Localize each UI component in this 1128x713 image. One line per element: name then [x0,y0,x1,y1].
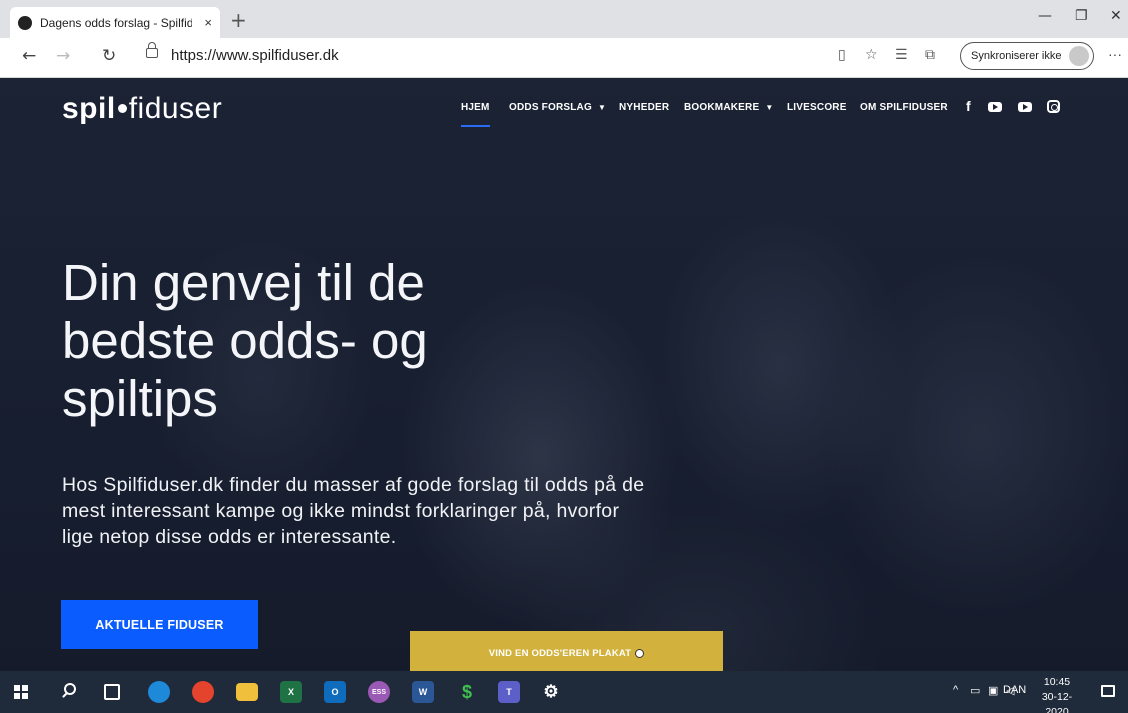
youtube-icon[interactable] [1018,102,1032,112]
lock-icon [146,42,158,58]
address-toolbar: ← → ↻ https://www.spilfiduser.dk ▯ ☆ ☰ ⧉… [0,38,1128,78]
football-icon [635,648,645,658]
nav-label: OM SPILFIDUSER [860,102,948,113]
back-button[interactable]: ← [22,46,36,66]
hero-headline: Din genvej til de bedste odds- og spilti… [62,254,622,428]
nav-item-livescore[interactable]: LIVESCORE [787,102,847,113]
settings-gear-icon[interactable]: ⚙ [540,681,562,703]
chrome-browser-icon[interactable] [192,681,214,703]
nav-label: BOOKMAKERE [684,102,760,113]
icon-letter: ESS [371,688,386,696]
sync-label: Synkroniserer ikke [971,50,1062,62]
icon-letter: W [418,687,428,697]
nav-label: HJEM [461,102,490,113]
minimize-button[interactable]: — [1038,8,1052,24]
chevron-down-icon: ▼ [765,103,774,112]
task-view-icon[interactable] [104,684,120,700]
logo-bold-text: spil [62,92,116,125]
favorite-star-icon[interactable]: ☆ [865,47,878,63]
icon-letter: O [331,687,339,697]
button-label: AKTUELLE FIDUSER [95,617,224,632]
network-icon[interactable]: ▣ [988,684,998,697]
headline-line: Din genvej til de [62,254,425,311]
favorites-list-icon[interactable]: ☰ [895,47,908,63]
tray-overflow-icon[interactable]: ^ [953,684,958,696]
sync-profile-button[interactable]: Synkroniserer ikke [960,42,1094,70]
collections-icon[interactable]: ⧉ [925,47,935,63]
description-line: Hos Spilfiduser.dk finder du masser af g… [62,474,645,496]
headline-line: spiltips [62,370,218,427]
nav-label: NYHEDER [619,102,670,113]
site-logo[interactable]: spil fiduser [62,92,222,126]
nav-item-hjem[interactable]: HJEM [461,102,490,113]
vind-plakat-button[interactable]: VIND EN ODDS'EREN PLAKAT [410,631,723,671]
site-favicon-icon [18,15,32,30]
restore-button[interactable]: ❐ [1075,8,1088,24]
logo-dot [117,103,127,113]
browser-tab-bar: Dagens odds forslag - Spilfiduser.dk × +… [0,0,1128,38]
dollar-app-icon[interactable]: $ [456,681,478,703]
notification-center-icon[interactable] [1101,685,1115,697]
description-line: mest interessant kampe og ikke mindst fo… [62,500,620,522]
nav-label: ODDS FORSLAG [509,102,592,113]
nav-item-bookmakere[interactable]: BOOKMAKERE ▼ [684,102,773,113]
youtube-icon[interactable] [988,102,1002,112]
headline-line: bedste odds- og [62,312,428,369]
aktuelle-fiduser-button[interactable]: AKTUELLE FIDUSER [61,600,258,649]
clock-time: 10:45 [1043,676,1071,688]
refresh-button[interactable]: ↻ [102,46,116,66]
excel-icon[interactable]: X [280,681,302,703]
logo-light-text: fiduser [128,92,223,125]
language-indicator[interactable]: DAN [1003,684,1026,696]
facebook-icon[interactable]: f [966,98,971,114]
hero-description: Hos Spilfiduser.dk finder du masser af g… [62,472,742,550]
reader-view-icon[interactable]: ▯ [838,47,846,63]
system-clock[interactable]: 10:45 30-12-2020 [1033,675,1081,713]
new-tab-button[interactable]: + [230,8,247,32]
profile-avatar [1069,46,1089,66]
website-hero: spil fiduser HJEM ODDS FORSLAG ▼ NYHEDER B… [0,78,1128,671]
windows-start-icon[interactable] [14,685,28,699]
active-nav-indicator [461,125,490,127]
url-field[interactable]: https://www.spilfiduser.dk [171,47,339,64]
ess-app-icon[interactable]: ESS [368,681,390,703]
nav-item-nyheder[interactable]: NYHEDER [619,102,669,113]
windows-taskbar: X O ESS W $ T ⚙ ^ ▭ ▣ ◁ DAN 10:45 30-12-… [0,671,1128,713]
browser-tab[interactable]: Dagens odds forslag - Spilfiduser.dk × [10,7,220,38]
icon-letter: X [287,687,294,697]
instagram-icon[interactable] [1047,100,1060,113]
search-icon[interactable] [64,683,76,695]
tab-title: Dagens odds forslag - Spilfiduser.dk [40,15,192,30]
nav-item-om-spilfiduser[interactable]: OM SPILFIDUSER [860,102,948,113]
file-explorer-icon[interactable] [236,683,258,701]
teams-icon[interactable]: T [498,681,520,703]
button-label: VIND EN ODDS'EREN PLAKAT [488,647,632,659]
word-icon[interactable]: W [412,681,434,703]
nav-label: LIVESCORE [787,102,847,113]
battery-icon[interactable]: ▭ [970,684,980,697]
close-window-button[interactable]: ✕ [1110,8,1122,24]
forward-button[interactable]: → [56,46,70,66]
chevron-down-icon: ▼ [597,103,607,112]
outlook-icon[interactable]: O [324,681,346,703]
tab-close-icon[interactable]: × [204,15,212,30]
settings-more-button[interactable]: ··· [1108,46,1122,62]
clock-date: 30-12-2020 [1041,691,1073,713]
language-label: DAN [1003,684,1027,696]
description-line: lige netop disse odds er interessante. [62,526,397,548]
icon-letter: T [506,687,512,697]
nav-item-odds-forslag[interactable]: ODDS FORSLAG ▼ [509,102,606,113]
edge-browser-icon[interactable] [148,681,170,703]
